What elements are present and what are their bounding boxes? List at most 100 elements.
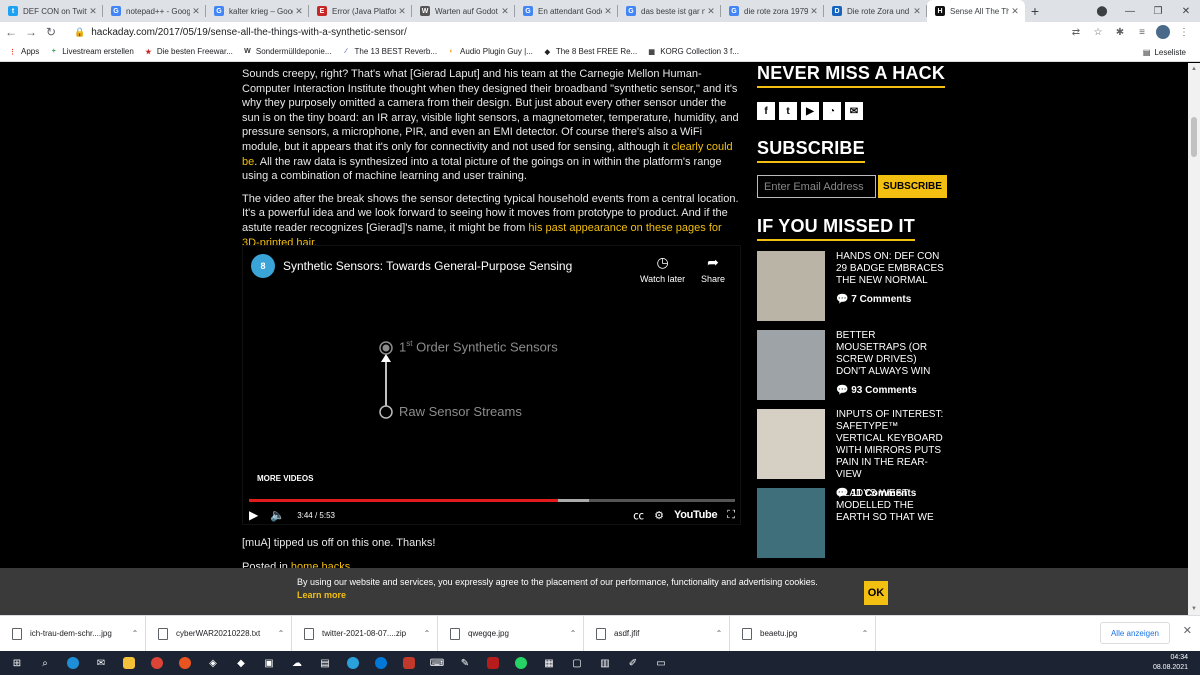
file-explorer-icon[interactable] (118, 653, 140, 673)
post-comments-link[interactable]: 💬 93 Comments (836, 385, 947, 396)
windows-start-icon[interactable]: ⊞ (6, 653, 28, 673)
download-item[interactable]: qwegqe.jpg ⌃ (438, 615, 584, 652)
chevron-up-icon[interactable]: ⌃ (563, 629, 583, 638)
youtube-embed[interactable]: 8 Synthetic Sensors: Towards General-Pur… (242, 245, 741, 525)
extensions-icon[interactable]: ✱ (1112, 27, 1128, 38)
learn-more-link[interactable]: Learn more (297, 590, 346, 600)
app-icon[interactable]: ▦ (538, 653, 560, 673)
game-icon[interactable]: ◈ (202, 653, 224, 673)
post-comments-link[interactable]: 💬 7 Comments (836, 294, 947, 305)
console-icon[interactable]: ▭ (650, 653, 672, 673)
youtube-logo[interactable]: YouTube (674, 509, 718, 521)
missed-post[interactable]: BETTER MOUSETRAPS (OR SCREW DRIVES) DON'… (757, 330, 947, 400)
post-title-link[interactable]: BETTER MOUSETRAPS (OR SCREW DRIVES) DON'… (836, 330, 947, 378)
post-thumbnail[interactable] (757, 330, 825, 400)
download-item[interactable]: cyberWAR20210228.txt ⌃ (146, 615, 292, 652)
rss-icon[interactable]: ◔ (823, 102, 841, 120)
tab-close-icon[interactable]: ✕ (87, 6, 99, 17)
chrome-icon[interactable] (146, 653, 168, 673)
forward-button[interactable]: → (22, 23, 40, 41)
video-progress-bar[interactable] (249, 499, 735, 502)
close-downloads-icon[interactable]: ✕ (1183, 624, 1192, 637)
ubuntu-icon[interactable] (174, 653, 196, 673)
reading-mode-icon[interactable]: ≡ (1134, 27, 1150, 38)
more-videos-label[interactable]: MORE VIDEOS (257, 474, 313, 483)
chevron-up-icon[interactable]: ⌃ (855, 629, 875, 638)
godot-icon[interactable]: ◆ (230, 653, 252, 673)
volume-icon[interactable]: 🔈 (270, 508, 285, 522)
live-icon[interactable]: ▣ (258, 653, 280, 673)
bookmark-star-icon[interactable]: ☆ (1090, 27, 1106, 38)
app-icon[interactable] (398, 653, 420, 673)
video-title[interactable]: Synthetic Sensors: Towards General-Purpo… (283, 259, 572, 273)
maximize-button[interactable]: ❐ (1144, 6, 1172, 17)
browser-tab[interactable]: E Error (Java Platform✕ (309, 0, 412, 22)
browser-tab[interactable]: Gnotepad++ - Google✕ (103, 0, 206, 22)
post-title-link[interactable]: HANDS ON: DEF CON 29 BADGE EMBRACES THE … (836, 251, 947, 287)
editor-icon[interactable]: ✐ (622, 653, 644, 673)
browser-tab[interactable]: D Die rote Zora und ihre✕ (824, 0, 927, 22)
browser-tab[interactable]: Gdas beste ist gar nicht✕ (618, 0, 721, 22)
terminal-icon[interactable]: ▤ (314, 653, 336, 673)
browser-tab[interactable]: t DEF CON on Twitter✕ (0, 0, 103, 22)
subscribe-button[interactable]: SUBSCRIBE (878, 175, 947, 198)
skype-icon[interactable] (370, 653, 392, 673)
scroll-up-arrow-icon[interactable]: ▲ (1188, 63, 1200, 75)
tab-close-icon[interactable]: ✕ (190, 6, 202, 17)
show-all-downloads-button[interactable]: Alle anzeigen (1099, 622, 1170, 644)
bookmark-item[interactable]: ◐ Audio Plugin Guy |... (447, 47, 532, 56)
mail-icon[interactable]: ✉ (90, 653, 112, 673)
tab-close-icon[interactable]: ✕ (911, 6, 923, 17)
missed-post[interactable]: GLADYS WEST MODELLED THE EARTH SO THAT W… (757, 488, 947, 558)
menu-icon[interactable]: ⋮ (1176, 27, 1192, 38)
post-thumbnail[interactable] (757, 251, 825, 321)
post-title-link[interactable]: GLADYS WEST MODELLED THE EARTH SO THAT W… (836, 488, 947, 524)
download-item[interactable]: beaetu.jpg ⌃ (730, 615, 876, 652)
browser-tab[interactable]: G En attendant Godot ✕ (515, 0, 618, 22)
missed-post[interactable]: HANDS ON: DEF CON 29 BADGE EMBRACES THE … (757, 251, 947, 321)
missed-post[interactable]: INPUTS OF INTEREST: SAFETYPE™ VERTICAL K… (757, 409, 947, 499)
reload-button[interactable]: ↻ (42, 23, 60, 41)
close-window-button[interactable]: ✕ (1172, 6, 1200, 17)
watch-later-button[interactable]: ◷ Watch later (640, 254, 685, 284)
telegram-icon[interactable] (342, 653, 364, 673)
tool-icon[interactable]: ✎ (454, 653, 476, 673)
download-item[interactable]: asdf.jfif ⌃ (584, 615, 730, 652)
translate-icon[interactable]: ⇄ (1068, 27, 1084, 38)
fullscreen-icon[interactable]: ⛶ (727, 509, 735, 522)
download-item[interactable]: ich-trau-dem-schr....jpg ⌃ (0, 615, 146, 652)
tab-close-icon[interactable]: ✕ (808, 6, 820, 17)
whatsapp-icon[interactable] (510, 653, 532, 673)
scroll-down-arrow-icon[interactable]: ▼ (1188, 603, 1200, 615)
play-icon[interactable]: ▶ (249, 508, 258, 522)
bookmark-item[interactable]: + Livestream erstellen (49, 47, 134, 56)
address-bar[interactable]: 🔒 hackaday.com/2017/05/19/sense-all-the-… (74, 24, 1114, 40)
email-field[interactable]: Enter Email Address (757, 175, 876, 198)
tab-close-icon[interactable]: ✕ (705, 6, 717, 17)
scrollbar-thumb[interactable] (1191, 117, 1197, 157)
channel-logo[interactable]: 8 (251, 254, 275, 278)
back-button[interactable]: ← (2, 23, 20, 41)
twitter-icon[interactable]: t (779, 102, 797, 120)
bookmark-item[interactable]: W Sondermülldeponie... (243, 47, 331, 56)
reading-list[interactable]: ▤ Leseliste (1143, 42, 1186, 62)
tab-close-icon[interactable]: ✕ (602, 6, 614, 17)
youtube-icon[interactable]: ▶ (801, 102, 819, 120)
bookmark-item[interactable]: ⋮ Apps (8, 47, 39, 56)
bookmark-item[interactable]: ★ Die besten Freewar... (144, 47, 233, 56)
new-tab-button[interactable]: + (1025, 0, 1045, 22)
chevron-up-icon[interactable]: ⌃ (271, 629, 291, 638)
bookmark-item[interactable]: ▦ KORG Collection 3 f... (647, 47, 739, 56)
app-icon[interactable] (482, 653, 504, 673)
profile-circle-icon[interactable]: ⬤ (1088, 6, 1116, 17)
post-thumbnail[interactable] (757, 488, 825, 558)
clock[interactable]: 04:34 08.08.2021 (1153, 653, 1188, 673)
browser-tab[interactable]: Gdie rote zora 1979 ✕ (721, 0, 824, 22)
post-title-link[interactable]: INPUTS OF INTEREST: SAFETYPE™ VERTICAL K… (836, 409, 947, 481)
browser-tab[interactable]: H Sense All The Things✕ (927, 0, 1025, 22)
tab-close-icon[interactable]: ✕ (293, 6, 305, 17)
settings-gear-icon[interactable]: ⚙ (654, 509, 664, 522)
browser-tab[interactable]: W Warten auf Godot ✕ (412, 0, 515, 22)
chevron-up-icon[interactable]: ⌃ (125, 629, 145, 638)
captions-icon[interactable]: ㏄ (633, 507, 644, 523)
